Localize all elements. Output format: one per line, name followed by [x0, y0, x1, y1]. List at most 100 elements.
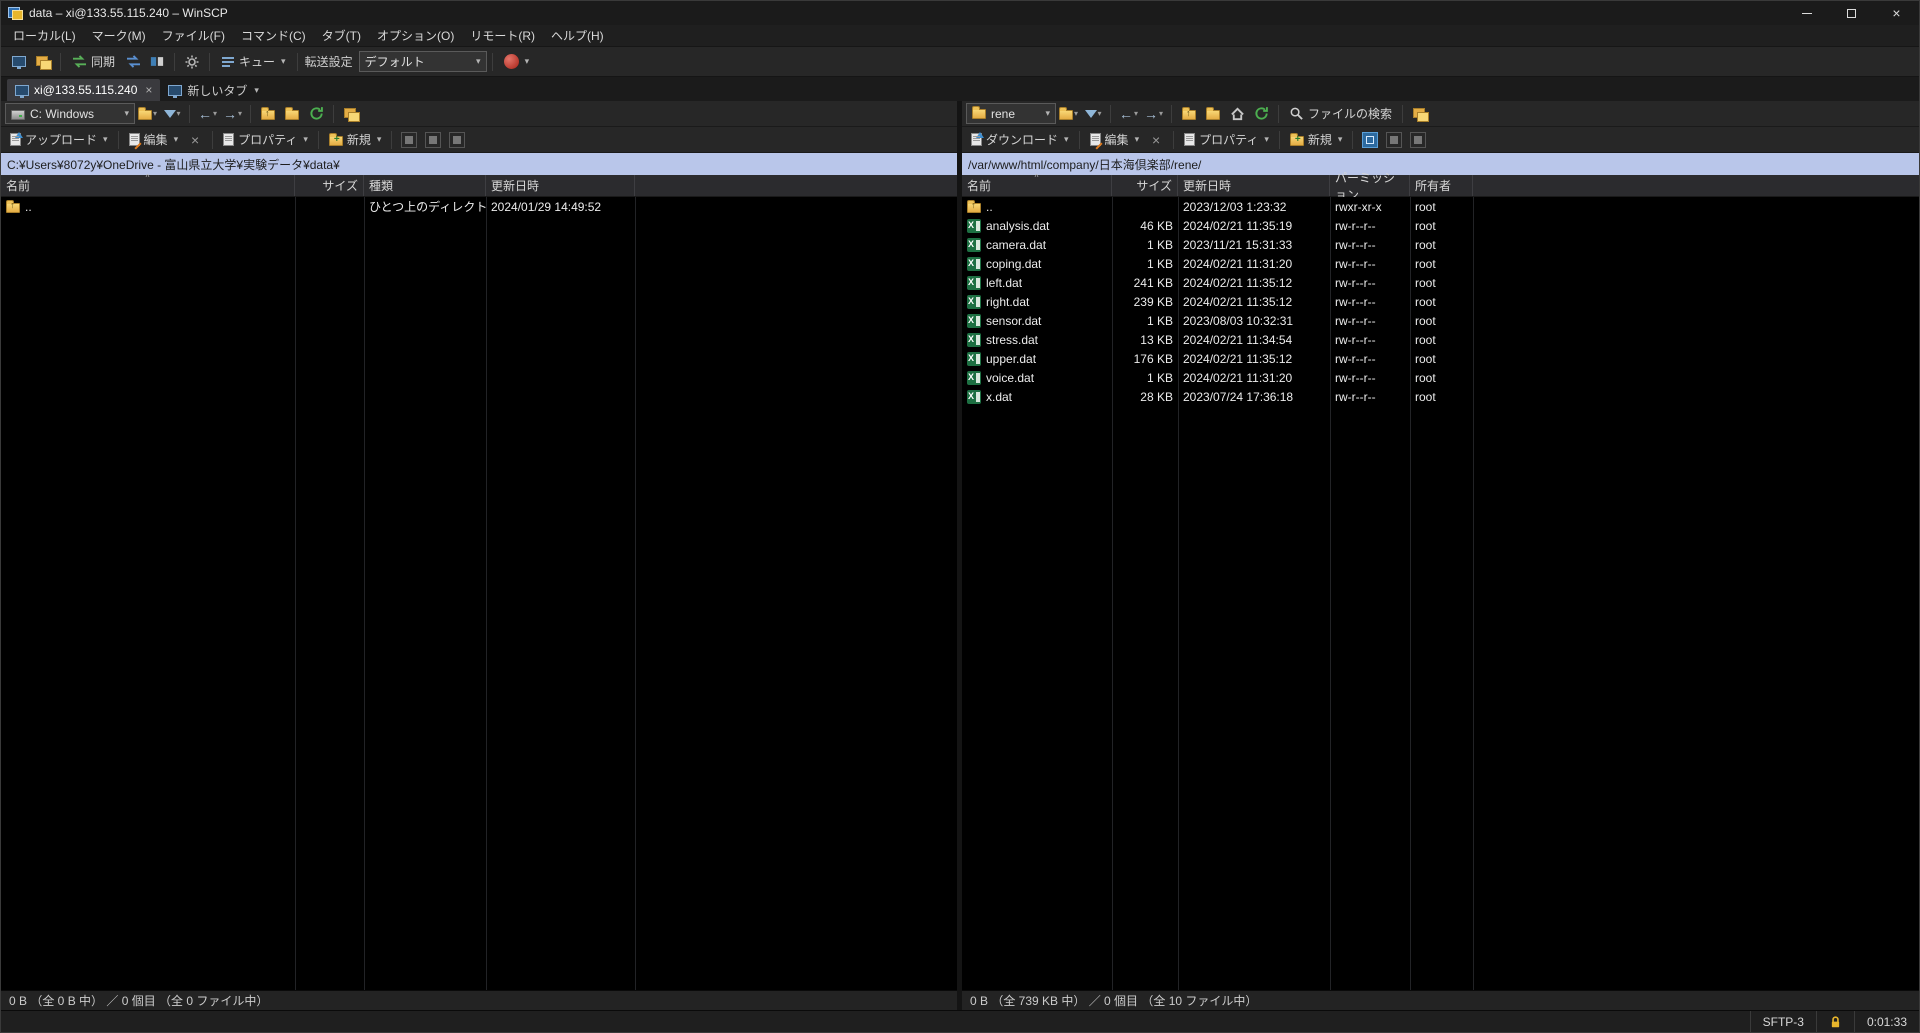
session-duration: 0:01:33 [1854, 1011, 1919, 1032]
tab-close-icon[interactable]: × [145, 83, 152, 97]
column-header-modified[interactable]: 更新日時 [1178, 175, 1330, 196]
encryption-indicator[interactable] [1816, 1011, 1854, 1032]
edit-icon [1090, 133, 1101, 146]
column-header-name[interactable]: 名前 ^ [1, 175, 295, 196]
new-session-button[interactable]: ▾ [498, 50, 536, 74]
forward-button[interactable]: →▾ [1141, 102, 1166, 126]
remote-directory-combobox[interactable]: rene▾ [966, 103, 1056, 124]
status-bar-filler [1, 1011, 1750, 1032]
column-header-size[interactable]: サイズ [1112, 175, 1178, 196]
file-icon [967, 371, 981, 385]
column-header-type[interactable]: 種類 [364, 175, 486, 196]
forward-button[interactable]: →▾ [220, 102, 245, 126]
refresh-icon[interactable] [304, 102, 328, 126]
upload-button[interactable]: アップロード▾ [5, 129, 113, 151]
table-row[interactable]: upper.dat 176 KB 2024/02/21 11:35:12 rw-… [962, 349, 1919, 368]
minimize-button[interactable] [1784, 1, 1829, 25]
table-row[interactable]: .. 2023/12/03 1:23:32 rwxr-xr-x root [962, 197, 1919, 216]
download-button[interactable]: ダウンロード▾ [966, 129, 1074, 151]
menu-file[interactable]: ファイル(F) [154, 25, 233, 46]
file-icon [6, 203, 20, 213]
view-toggle-3[interactable] [445, 128, 469, 152]
maximize-button[interactable] [1829, 1, 1874, 25]
copy-session-icon[interactable] [1408, 102, 1432, 126]
column-header-modified[interactable]: 更新日時 [486, 175, 635, 196]
edit-button[interactable]: 編集▾ [124, 129, 184, 151]
menu-local[interactable]: ローカル(L) [5, 25, 84, 46]
properties-button[interactable]: プロパティ▾ [1179, 129, 1274, 151]
delete-button[interactable]: × [1144, 128, 1168, 152]
sort-indicator: ^ [146, 173, 150, 182]
view-toggle-3[interactable] [1406, 128, 1430, 152]
menu-mark[interactable]: マーク(M) [84, 25, 154, 46]
window-status-bar: SFTP-3 0:01:33 [1, 1010, 1919, 1032]
column-header-size[interactable]: サイズ [295, 175, 364, 196]
close-button[interactable]: × [1874, 1, 1919, 25]
protocol-indicator[interactable]: SFTP-3 [1750, 1011, 1816, 1032]
menu-options[interactable]: オプション(O) [369, 25, 462, 46]
main-toolbar: 同期 キュー▾ 転送設定 デフォルト▾ ▾ [1, 47, 1919, 77]
table-row[interactable]: right.dat 239 KB 2024/02/21 11:35:12 rw-… [962, 292, 1919, 311]
home-directory-icon[interactable] [1225, 102, 1249, 126]
table-row[interactable]: stress.dat 13 KB 2024/02/21 11:34:54 rw-… [962, 330, 1919, 349]
new-button[interactable]: 新規▾ [324, 129, 387, 151]
table-row[interactable]: x.dat 28 KB 2023/07/24 17:36:18 rw-r--r-… [962, 387, 1919, 406]
table-row[interactable]: voice.dat 1 KB 2024/02/21 11:31:20 rw-r-… [962, 368, 1919, 387]
remote-path-bar[interactable]: /var/www/html/company/日本海倶楽部/rene/ [962, 153, 1919, 175]
filter-icon[interactable]: ▾ [1081, 102, 1105, 126]
transfer-mode-icon[interactable] [145, 50, 169, 74]
table-row[interactable]: .. ひとつ上のディレクトリ 2024/01/29 14:49:52 [1, 197, 957, 216]
view-toggle-1[interactable] [1358, 128, 1382, 152]
synchronize-button[interactable]: 同期 [66, 50, 121, 74]
table-row[interactable]: camera.dat 1 KB 2023/11/21 15:31:33 rw-r… [962, 235, 1919, 254]
back-button[interactable]: ←▾ [195, 102, 220, 126]
delete-button[interactable]: × [183, 128, 207, 152]
preferences-gear-icon[interactable] [180, 50, 204, 74]
menu-command[interactable]: コマンド(C) [233, 25, 314, 46]
local-panel: C: Windows▾ ▾ ▾ ←▾ →▾ アップロード▾ [1, 101, 957, 1010]
column-header-owner[interactable]: 所有者 [1410, 175, 1473, 196]
view-toggle-2[interactable] [1382, 128, 1406, 152]
session-manager-icon[interactable] [7, 50, 31, 74]
open-directory-icon[interactable] [31, 50, 55, 74]
local-path-bar[interactable]: C:¥Users¥8072y¥OneDrive - 富山県立大学¥実験データ¥d… [1, 153, 957, 175]
file-icon [967, 390, 981, 404]
menu-remote[interactable]: リモート(R) [462, 25, 543, 46]
view-toggle-2[interactable] [421, 128, 445, 152]
table-row[interactable]: sensor.dat 1 KB 2023/08/03 10:32:31 rw-r… [962, 311, 1919, 330]
open-folder-icon[interactable]: ▾ [1056, 102, 1081, 126]
parent-directory-icon[interactable] [256, 102, 280, 126]
transfer-preset-combobox[interactable]: デフォルト▾ [359, 51, 487, 72]
view-toggle-1[interactable] [397, 128, 421, 152]
queue-icon [221, 56, 235, 68]
filter-icon[interactable]: ▾ [160, 102, 184, 126]
root-directory-icon[interactable] [280, 102, 304, 126]
new-tab-button[interactable]: 新しいタブ ▾ [160, 79, 267, 101]
find-files-button[interactable]: ファイルの検索 [1284, 103, 1397, 125]
root-directory-icon[interactable] [1201, 102, 1225, 126]
copy-session-icon[interactable] [339, 102, 363, 126]
table-row[interactable]: left.dat 241 KB 2024/02/21 11:35:12 rw-r… [962, 273, 1919, 292]
open-folder-icon[interactable]: ▾ [135, 102, 160, 126]
table-row[interactable]: coping.dat 1 KB 2024/02/21 11:31:20 rw-r… [962, 254, 1919, 273]
edit-button[interactable]: 編集▾ [1085, 129, 1145, 151]
parent-directory-icon[interactable] [1177, 102, 1201, 126]
queue-button[interactable]: キュー▾ [215, 50, 292, 74]
compare-directories-icon[interactable] [121, 50, 145, 74]
winscp-window: data – xi@133.55.115.240 – WinSCP × ローカル… [0, 0, 1920, 1033]
column-header-permissions[interactable]: パーミッション [1330, 175, 1410, 196]
refresh-icon[interactable] [1249, 102, 1273, 126]
properties-button[interactable]: プロパティ▾ [218, 129, 313, 151]
column-header-name[interactable]: 名前 ^ [962, 175, 1112, 196]
menu-help[interactable]: ヘルプ(H) [543, 25, 612, 46]
table-row[interactable]: analysis.dat 46 KB 2024/02/21 11:35:19 r… [962, 216, 1919, 235]
folder-icon [972, 109, 986, 119]
menu-tab[interactable]: タブ(T) [314, 25, 369, 46]
new-button[interactable]: 新規▾ [1285, 129, 1348, 151]
remote-panel: rene▾ ▾ ▾ ←▾ →▾ ファイルの検索 [962, 101, 1919, 1010]
drive-selector-combobox[interactable]: C: Windows▾ [5, 103, 135, 124]
lock-icon [1829, 1015, 1842, 1029]
back-button[interactable]: ←▾ [1116, 102, 1141, 126]
session-tab[interactable]: xi@133.55.115.240 × [7, 79, 160, 101]
properties-icon [223, 133, 234, 146]
